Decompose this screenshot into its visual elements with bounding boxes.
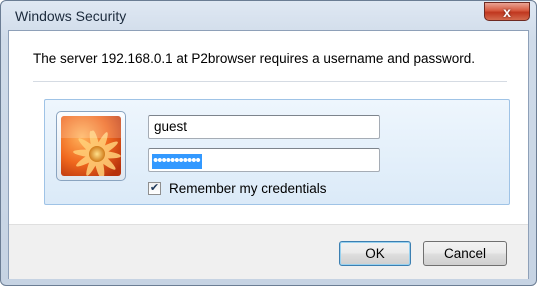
close-button[interactable]: x — [484, 2, 530, 21]
separator — [33, 81, 507, 82]
credential-tile[interactable]: guest ••••••••••• ✔ Remember my credenti… — [44, 99, 510, 205]
button-bar: OK Cancel — [9, 224, 528, 279]
title-bar[interactable]: Windows Security x — [1, 1, 536, 31]
close-icon: x — [503, 3, 511, 20]
remember-checkbox[interactable]: ✔ — [148, 181, 161, 195]
checkmark-icon: ✔ — [149, 181, 160, 194]
security-dialog: Windows Security x The server 192.168.0.… — [0, 0, 537, 286]
auth-message: The server 192.168.0.1 at P2browser requ… — [33, 51, 475, 66]
cancel-button[interactable]: Cancel — [423, 241, 507, 266]
dialog-body: The server 192.168.0.1 at P2browser requ… — [8, 30, 529, 279]
remember-label[interactable]: Remember my credentials — [169, 181, 327, 196]
user-tile-picture — [56, 111, 126, 181]
window-title: Windows Security — [15, 8, 127, 24]
flower-icon — [61, 116, 121, 176]
password-mask: ••••••••••• — [152, 152, 202, 169]
remember-credentials-row[interactable]: ✔ Remember my credentials — [148, 179, 327, 197]
username-field[interactable]: guest — [148, 115, 380, 139]
ok-button[interactable]: OK — [339, 241, 411, 266]
password-field[interactable]: ••••••••••• — [148, 148, 380, 172]
